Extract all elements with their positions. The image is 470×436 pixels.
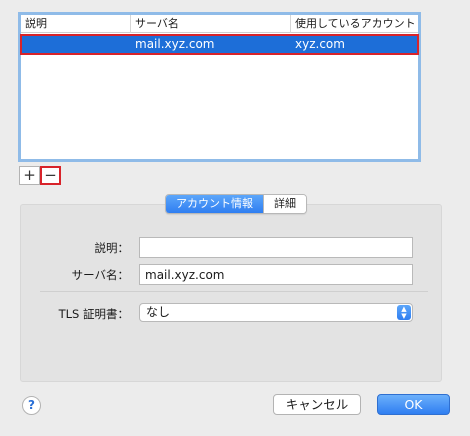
- remove-server-button[interactable]: −: [40, 166, 61, 185]
- cancel-button[interactable]: キャンセル: [273, 394, 361, 415]
- table-row[interactable]: mail.xyz.com xyz.com: [20, 34, 419, 55]
- column-header-server[interactable]: サーバ名: [131, 15, 291, 33]
- server-field[interactable]: [139, 264, 413, 285]
- tab-account-info[interactable]: アカウント情報: [166, 195, 263, 213]
- server-label: サーバ名：: [71, 268, 129, 282]
- description-field[interactable]: [139, 237, 413, 258]
- table-header: 説明 サーバ名 使用しているアカウント: [21, 15, 418, 33]
- tab-bar: アカウント情報 詳細: [165, 194, 307, 214]
- add-server-button[interactable]: +: [19, 166, 40, 185]
- tab-advanced[interactable]: 詳細: [263, 195, 306, 213]
- tls-certificate-select[interactable]: なし ▲ ▼: [139, 303, 413, 322]
- divider: [40, 291, 428, 292]
- chevron-updown-icon: ▲ ▼: [397, 305, 411, 320]
- column-header-account[interactable]: 使用しているアカウント: [291, 15, 418, 33]
- tls-certificate-value: なし: [146, 305, 171, 319]
- help-button[interactable]: ?: [22, 396, 41, 415]
- tls-certificate-label: TLS 証明書：: [58, 307, 129, 321]
- description-label: 説明：: [94, 241, 130, 255]
- row-account: xyz.com: [295, 37, 345, 51]
- column-header-description[interactable]: 説明: [21, 15, 131, 33]
- ok-button[interactable]: OK: [377, 394, 450, 415]
- server-table[interactable]: 説明 サーバ名 使用しているアカウント mail.xyz.com xyz.com: [18, 12, 421, 162]
- details-panel: [20, 204, 442, 382]
- row-server: mail.xyz.com: [135, 37, 215, 51]
- row-description: [25, 35, 129, 54]
